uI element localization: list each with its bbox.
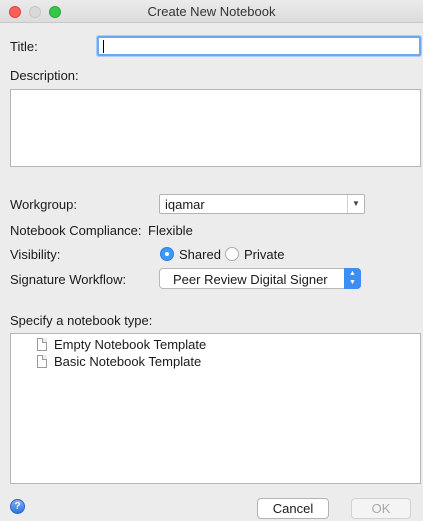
signature-workflow-select[interactable]: Peer Review Digital Signer ▲ ▼ xyxy=(159,268,361,289)
notebook-type-label: Specify a notebook type: xyxy=(10,313,153,328)
workgroup-select[interactable]: iqamar ▼ xyxy=(159,194,365,214)
signature-workflow-value: Peer Review Digital Signer xyxy=(173,272,328,287)
text-cursor xyxy=(103,40,104,53)
dropdown-arrow-icon[interactable]: ▼ xyxy=(347,195,364,213)
visibility-private-label[interactable]: Private xyxy=(244,247,284,262)
workgroup-value: iqamar xyxy=(165,197,205,212)
document-icon xyxy=(37,355,47,368)
cancel-button[interactable]: Cancel xyxy=(257,498,329,519)
tree-item-label: Basic Notebook Template xyxy=(54,354,202,369)
visibility-label: Visibility: xyxy=(10,247,61,262)
document-icon xyxy=(37,338,47,351)
tree-item-label: Empty Notebook Template xyxy=(54,337,207,352)
visibility-shared-radio[interactable] xyxy=(160,247,174,261)
compliance-value: Flexible xyxy=(148,223,193,238)
updown-chevron-icon[interactable]: ▲ ▼ xyxy=(344,268,361,289)
description-textarea[interactable] xyxy=(10,89,421,167)
visibility-shared-label[interactable]: Shared xyxy=(179,247,221,262)
visibility-private-radio[interactable] xyxy=(225,247,239,261)
window-title: Create New Notebook xyxy=(147,4,276,19)
workgroup-label: Workgroup: xyxy=(10,197,77,212)
compliance-label: Notebook Compliance: xyxy=(10,223,142,238)
signature-workflow-label: Signature Workflow: xyxy=(10,272,127,287)
notebook-type-tree[interactable]: Empty Notebook Template Basic Notebook T… xyxy=(10,333,421,484)
window-titlebar: Create New Notebook xyxy=(0,0,423,23)
title-label: Title: xyxy=(10,39,38,54)
help-icon[interactable]: ? xyxy=(10,499,25,514)
description-label: Description: xyxy=(10,68,79,83)
title-input[interactable] xyxy=(97,36,421,56)
ok-button[interactable]: OK xyxy=(351,498,411,519)
